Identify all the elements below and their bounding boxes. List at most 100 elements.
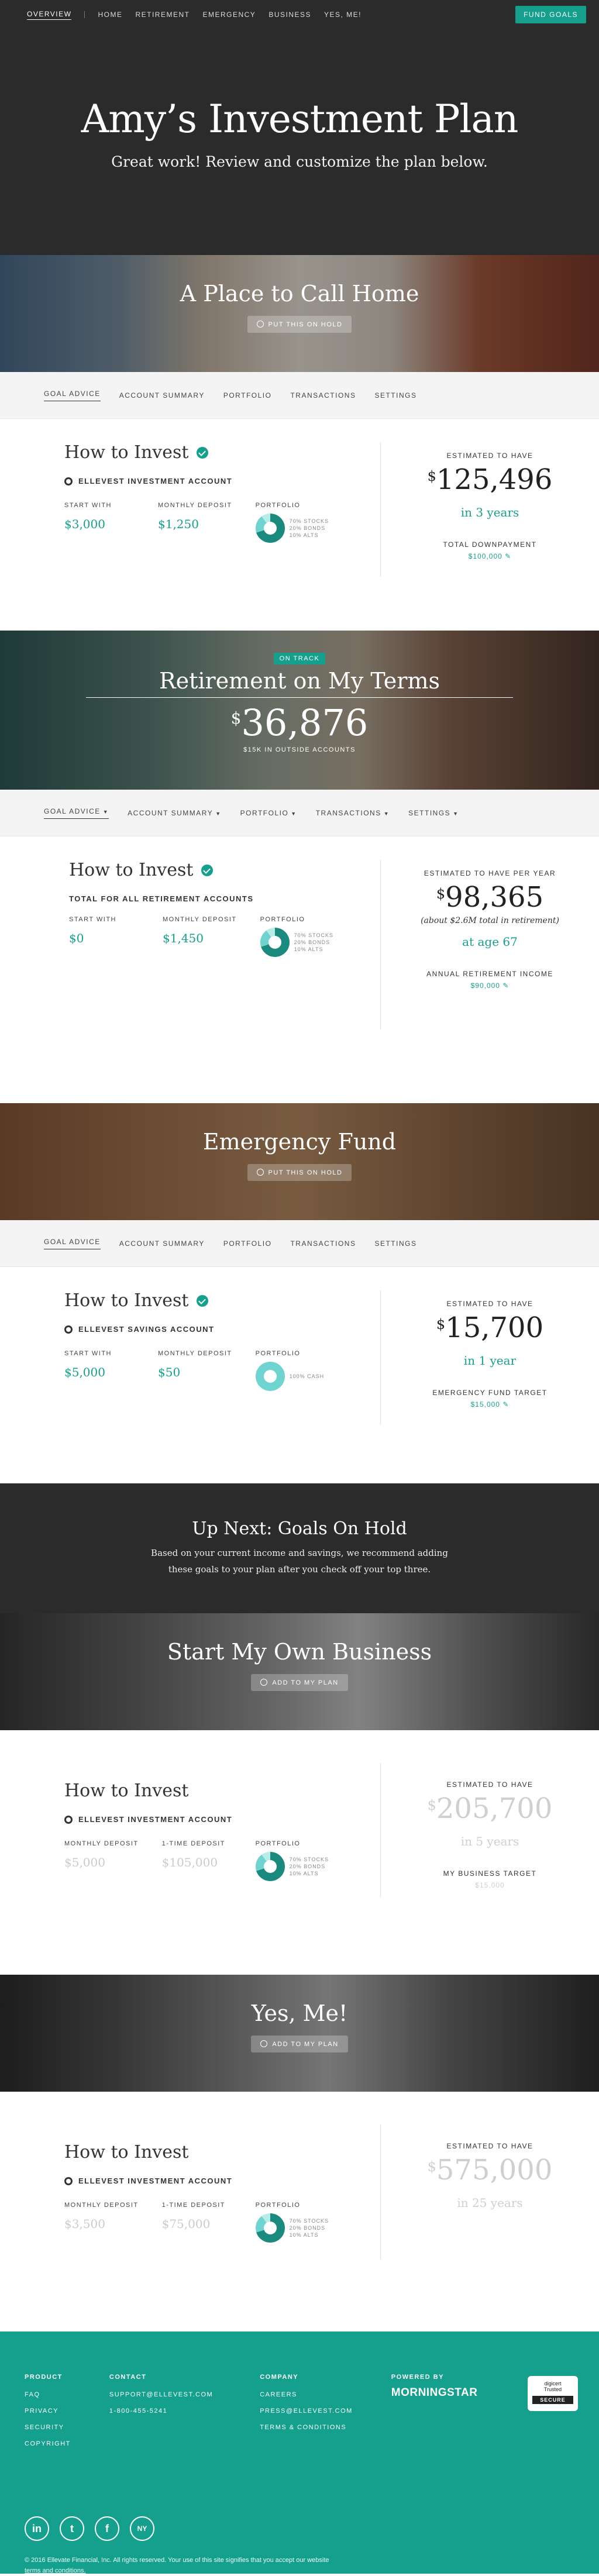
footer-phone[interactable]: 1-800-455-5241 — [109, 2403, 213, 2419]
estimated-amount: $205,700 — [427, 1792, 553, 1825]
home-hold-label: PUT THIS ON HOLD — [268, 321, 343, 328]
footer-link-support-email[interactable]: SUPPORT@ELLEVEST.COM — [109, 2386, 213, 2403]
tab-portfolio[interactable]: PORTFOLIO — [223, 391, 272, 400]
nav-separator — [84, 11, 85, 18]
footer-link-copyright[interactable]: COPYRIGHT — [25, 2436, 71, 2452]
business-add-label: ADD TO MY PLAN — [272, 1679, 339, 1686]
emergency-hold-label: PUT THIS ON HOLD — [268, 1169, 343, 1176]
outside-accounts: $15K IN OUTSIDE ACCOUNTS — [243, 746, 356, 753]
digicert-name: digicert — [544, 2381, 562, 2386]
check-icon — [197, 1294, 209, 1307]
start-with-value[interactable]: $0 — [69, 931, 139, 945]
monthly-deposit-value[interactable]: $1,450 — [163, 931, 237, 945]
target-label: MY BUSINESS TARGET — [443, 1869, 537, 1878]
alloc-alts: 10% ALTS — [289, 2232, 319, 2238]
chevron-down-icon: ▼ — [215, 810, 222, 817]
start-with-value[interactable]: $5,000 — [64, 1365, 135, 1379]
portfolio-chart[interactable]: 100% CASH — [255, 1362, 326, 1391]
tab-portfolio[interactable]: PORTFOLIO ▼ — [240, 809, 297, 817]
on-track-badge: ON TRACK — [273, 653, 326, 664]
estimated-label: ESTIMATED TO HAVE — [446, 1781, 533, 1789]
home-tabbar: GOAL ADVICE ACCOUNT SUMMARY PORTFOLIO TR… — [0, 372, 599, 419]
estimated-amount: $98,365 — [436, 881, 544, 914]
estimated-label: ESTIMATED TO HAVE PER YEAR — [424, 869, 556, 877]
twitter-icon[interactable]: t — [60, 2516, 84, 2541]
emergency-tabbar: GOAL ADVICE ACCOUNT SUMMARY PORTFOLIO TR… — [0, 1220, 599, 1267]
tab-transactions[interactable]: TRANSACTIONS — [290, 391, 356, 400]
tab-settings[interactable]: SETTINGS — [374, 391, 416, 400]
facebook-icon[interactable]: f — [95, 2516, 119, 2541]
business-goal-banner: Start My Own Business ADD TO MY PLAN — [0, 1613, 599, 1730]
tab-settings[interactable]: SETTINGS — [374, 1239, 416, 1248]
tab-goal-advice[interactable]: GOAL ADVICE — [44, 1238, 101, 1249]
yes-me-goal-title: Yes, Me! — [251, 2000, 348, 2026]
tab-account-summary[interactable]: ACCOUNT SUMMARY — [119, 1239, 205, 1248]
morningstar-logo: MORNINGSTAR — [391, 2386, 478, 2399]
edit-icon: ✎ — [502, 982, 510, 990]
tab-portfolio[interactable]: PORTFOLIO — [223, 1239, 272, 1248]
portfolio-chart[interactable]: 70% STOCKS 20% BONDS 10% ALTS — [260, 928, 333, 957]
footer-link-faq[interactable]: FAQ — [25, 2386, 71, 2403]
tab-settings[interactable]: SETTINGS ▼ — [408, 809, 459, 817]
account-icon — [64, 1325, 73, 1334]
footer-link-privacy[interactable]: PRIVACY — [25, 2403, 71, 2419]
monthly-deposit-value[interactable]: $50 — [158, 1365, 232, 1379]
retirement-goal-title: Retirement on My Terms — [159, 668, 440, 694]
yes-me-add-button[interactable]: ADD TO MY PLAN — [251, 2036, 348, 2052]
monthly-deposit-value: $5,000 — [64, 1855, 105, 1869]
home-hold-button[interactable]: PUT THIS ON HOLD — [247, 316, 352, 333]
target-value[interactable]: $100,000 ✎ — [381, 552, 599, 560]
legal-text: © 2016 Ellevate Financial, Inc. All righ… — [25, 2557, 329, 2574]
pause-icon — [256, 321, 264, 328]
footer-link-security[interactable]: SECURITY — [25, 2419, 71, 2436]
one-time-deposit-label: 1-TIME DEPOSIT — [161, 2202, 226, 2209]
target-value[interactable]: $15,000 ✎ — [381, 1400, 599, 1408]
retirement-goal-banner: ON TRACK Retirement on My Terms $36,876 … — [0, 631, 599, 790]
check-icon — [201, 864, 214, 876]
terms-link[interactable]: terms and conditions. — [25, 2567, 86, 2574]
nav-business[interactable]: BUSINESS — [268, 11, 311, 19]
nav-yes-me[interactable]: YES, ME! — [324, 11, 362, 19]
footer-link-terms[interactable]: TERMS & CONDITIONS — [260, 2419, 353, 2436]
emergency-hold-button[interactable]: PUT THIS ON HOLD — [247, 1164, 352, 1181]
tab-account-summary[interactable]: ACCOUNT SUMMARY ▼ — [128, 809, 222, 817]
alloc-bonds: 20% BONDS — [289, 525, 326, 531]
footer-link-press[interactable]: PRESS@ELLEVEST.COM — [260, 2403, 353, 2419]
donut-chart — [255, 1852, 285, 1881]
tab-transactions[interactable]: TRANSACTIONS ▼ — [316, 809, 390, 817]
tab-account-summary[interactable]: ACCOUNT SUMMARY — [119, 391, 205, 400]
page-title: Amy’s Investment Plan — [81, 97, 519, 142]
estimated-label: ESTIMATED TO HAVE — [446, 1300, 533, 1308]
contact-heading: CONTACT — [109, 2374, 147, 2381]
portfolio-label: PORTFOLIO — [260, 916, 305, 923]
alloc-cash: 100% CASH — [289, 1373, 325, 1379]
alloc-stocks: 70% STOCKS — [289, 518, 329, 524]
nav-emergency[interactable]: EMERGENCY — [202, 11, 256, 19]
linkedin-icon[interactable]: in — [25, 2516, 49, 2541]
portfolio-chart[interactable]: 70% STOCKS 20% BONDS 10% ALTS — [255, 514, 329, 543]
account-name: ELLEVEST INVESTMENT ACCOUNT — [64, 2176, 369, 2185]
tab-transactions[interactable]: TRANSACTIONS — [290, 1239, 356, 1248]
donut-chart — [255, 514, 285, 543]
fund-goals-button[interactable]: FUND GOALS — [515, 6, 586, 23]
nav-home[interactable]: HOME — [98, 11, 122, 19]
start-with-value[interactable]: $3,000 — [64, 517, 135, 531]
yes-me-invest-section: How to Invest ELLEVEST INVESTMENT ACCOUN… — [0, 2092, 599, 2332]
footer-link-careers[interactable]: CAREERS — [260, 2386, 353, 2403]
ny-badge-icon[interactable]: NY — [130, 2516, 154, 2541]
portfolio-label: PORTFOLIO — [255, 2202, 301, 2209]
alloc-bonds: 20% BONDS — [289, 1864, 326, 1869]
up-next-text: Based on your current income and savings… — [151, 1548, 448, 1575]
monthly-deposit-value[interactable]: $1,250 — [158, 517, 232, 531]
tab-goal-advice[interactable]: GOAL ADVICE ▼ — [44, 807, 109, 819]
tab-goal-advice[interactable]: GOAL ADVICE — [44, 390, 101, 401]
footer: PRODUCT FAQ PRIVACY SECURITY COPYRIGHT C… — [0, 2332, 599, 2574]
nav-retirement[interactable]: RETIREMENT — [135, 11, 190, 19]
emergency-goal-title: Emergency Fund — [202, 1129, 397, 1155]
digicert-seal[interactable]: digicert Trusted SECURE — [528, 2376, 578, 2411]
chevron-down-icon: ▼ — [453, 810, 459, 817]
target-value[interactable]: $90,000 ✎ — [381, 982, 599, 990]
business-add-button[interactable]: ADD TO MY PLAN — [251, 1674, 348, 1691]
estimated-age: at age 67 — [462, 935, 518, 949]
nav-overview[interactable]: OVERVIEW — [27, 10, 72, 20]
